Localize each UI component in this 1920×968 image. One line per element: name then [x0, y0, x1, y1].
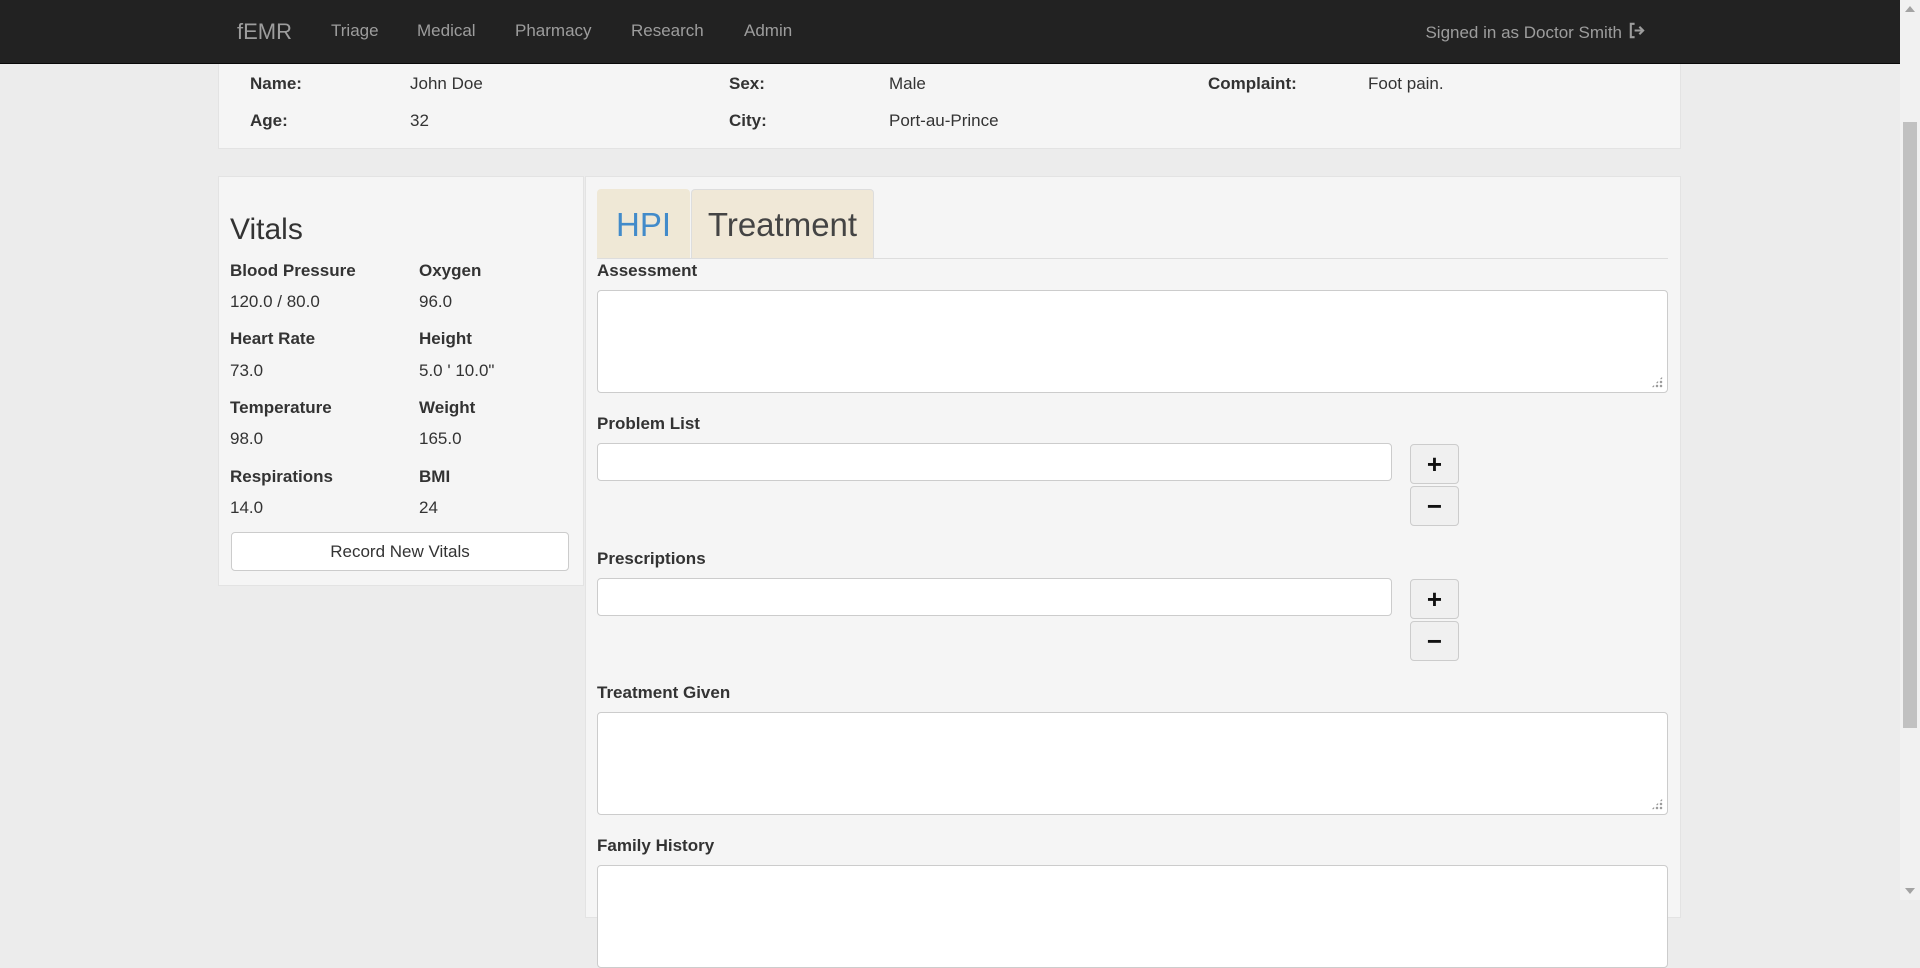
nav-admin[interactable]: Admin [744, 21, 792, 41]
scrollbar-thumb[interactable] [1903, 122, 1917, 728]
nav-medical[interactable]: Medical [417, 21, 476, 41]
vital-label: Heart Rate [230, 329, 316, 348]
assessment-textarea[interactable] [597, 290, 1668, 393]
vital-value: 24 [419, 498, 438, 517]
top-navbar: fEMR Triage Medical Pharmacy Research Ad… [0, 0, 1900, 64]
city-label: City: [729, 111, 767, 130]
scroll-down-icon[interactable] [1905, 888, 1915, 894]
vital-value: 120.0 / 80.0 [230, 292, 320, 311]
complaint-label: Complaint: [1208, 74, 1297, 93]
problem-list-input[interactable] [597, 443, 1392, 481]
signed-in-text: Signed in as Doctor Smith [1425, 23, 1622, 42]
nav-triage[interactable]: Triage [331, 21, 379, 41]
vital-label: Respirations [230, 467, 333, 486]
vital-value: 73.0 [230, 361, 264, 380]
tab-treatment[interactable]: Treatment [691, 189, 874, 258]
treatment-given-label: Treatment Given [597, 683, 731, 702]
nav-pharmacy[interactable]: Pharmacy [515, 21, 592, 41]
remove-prescription-button[interactable]: − [1410, 621, 1459, 661]
name-value: John Doe [410, 74, 483, 93]
resize-grip-icon[interactable] [1651, 376, 1663, 388]
problem-list-label: Problem List [597, 414, 700, 433]
complaint-value: Foot pain. [1368, 74, 1444, 93]
family-history-label: Family History [597, 836, 715, 855]
vital-label: BMI [419, 467, 451, 486]
prescriptions-input[interactable] [597, 578, 1392, 616]
vital-value: 98.0 [230, 429, 264, 448]
age-value: 32 [410, 111, 429, 130]
vital-label: Temperature [230, 398, 332, 417]
name-label: Name: [250, 74, 302, 93]
family-history-textarea[interactable] [597, 865, 1668, 968]
vital-value: 96.0 [419, 292, 453, 311]
vitals-panel: Vitals Blood Pressure 120.0 / 80.0 Oxyge… [218, 176, 584, 586]
tab-hpi[interactable]: HPI [597, 189, 690, 258]
page-scrollbar[interactable] [1900, 0, 1920, 900]
vital-label: Blood Pressure [230, 261, 356, 280]
signed-in-link[interactable]: Signed in as Doctor Smith [1425, 21, 1646, 45]
remove-problem-button[interactable]: − [1410, 486, 1459, 526]
vital-value: 165.0 [419, 429, 462, 448]
vital-label: Height [419, 329, 472, 348]
city-value: Port-au-Prince [889, 111, 999, 130]
tab-divider [597, 258, 1668, 259]
age-label: Age: [250, 111, 288, 130]
add-prescription-button[interactable]: + [1410, 579, 1459, 619]
nav-research[interactable]: Research [631, 21, 704, 41]
brand-link[interactable]: fEMR [237, 19, 292, 45]
assessment-label: Assessment [597, 261, 698, 280]
sex-label: Sex: [729, 74, 765, 93]
add-problem-button[interactable]: + [1410, 444, 1459, 484]
prescriptions-label: Prescriptions [597, 549, 706, 568]
resize-grip-icon[interactable] [1651, 798, 1663, 810]
patient-info-panel: Name: John Doe Age: 32 Sex: Male City: P… [218, 63, 1681, 149]
vital-value: 14.0 [230, 498, 264, 517]
treatment-given-textarea[interactable] [597, 712, 1668, 815]
record-new-vitals-button[interactable]: Record New Vitals [231, 532, 569, 571]
sign-out-icon[interactable] [1627, 21, 1646, 45]
sex-value: Male [889, 74, 926, 93]
vital-value: 5.0 ' 10.0" [419, 361, 495, 380]
vital-label: Oxygen [419, 261, 482, 280]
treatment-panel: HPI Treatment Assessment Problem List + … [585, 176, 1681, 968]
vitals-title: Vitals [230, 213, 303, 246]
vital-label: Weight [419, 398, 476, 417]
scroll-up-icon[interactable] [1905, 6, 1915, 12]
